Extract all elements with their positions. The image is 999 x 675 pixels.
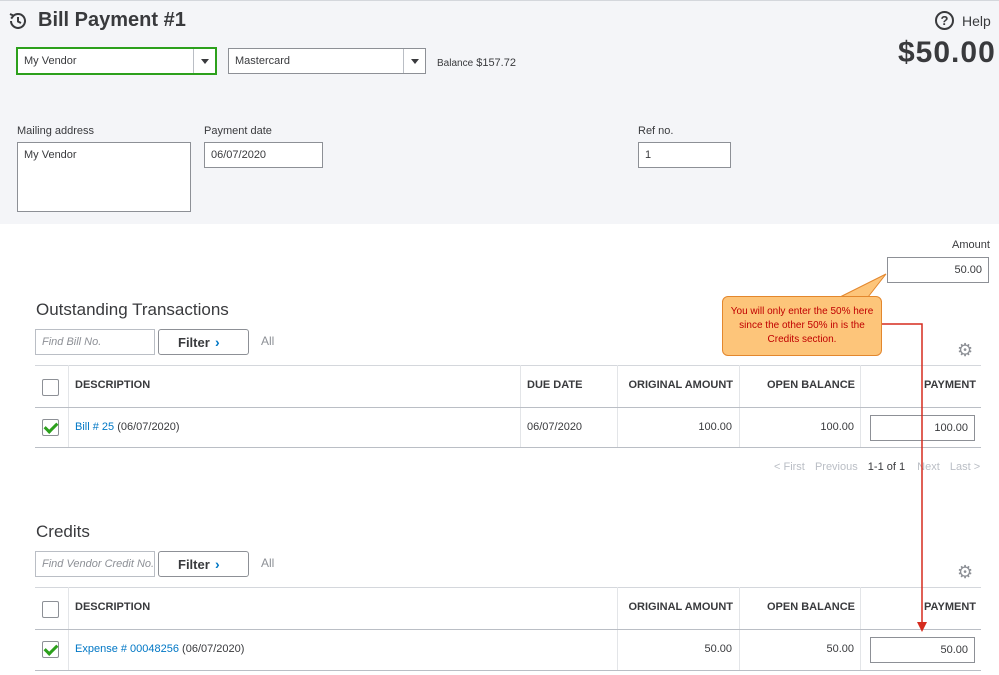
gear-icon[interactable]: ⚙	[957, 340, 973, 361]
credits-title: Credits	[36, 522, 90, 541]
gear-icon[interactable]: ⚙	[957, 562, 973, 583]
credits-all-label[interactable]: All	[261, 556, 274, 570]
mailing-address-field[interactable]: My Vendor	[17, 142, 191, 212]
ref-no-label: Ref no.	[638, 125, 674, 137]
help-link[interactable]: Help	[962, 13, 991, 29]
help-icon[interactable]: ?	[935, 11, 954, 30]
balance-value: $157.72	[476, 57, 516, 69]
row-open-balance: 50.00	[826, 643, 854, 655]
column-header-description[interactable]: DESCRIPTION	[75, 601, 150, 613]
find-bill-input[interactable]: Find Bill No.	[35, 329, 155, 355]
row-checkbox-checked-icon[interactable]	[42, 641, 59, 658]
credits-filter-button[interactable]: Filter ›	[158, 551, 249, 577]
payment-date-field[interactable]: 06/07/2020	[204, 142, 323, 168]
payment-account-select[interactable]: Mastercard	[228, 48, 426, 74]
payment-account-value: Mastercard	[235, 55, 291, 67]
column-header-description[interactable]: DESCRIPTION	[75, 379, 150, 391]
dropdown-caret-icon[interactable]	[403, 49, 425, 73]
dropdown-caret-icon[interactable]	[193, 49, 215, 73]
annotation-callout: You will only enter the 50% here since t…	[722, 296, 882, 356]
row-payment-input[interactable]: 50.00	[870, 637, 975, 663]
find-vendor-credit-input[interactable]: Find Vendor Credit No.	[35, 551, 155, 577]
amount-paid-display: $50.00	[898, 36, 996, 69]
payee-select[interactable]: My Vendor	[17, 48, 216, 74]
outstanding-transactions-title: Outstanding Transactions	[36, 300, 229, 319]
history-icon[interactable]	[7, 10, 29, 32]
table-row-description: Expense # 00048256 (06/07/2020)	[75, 643, 245, 655]
mailing-address-label: Mailing address	[17, 125, 95, 137]
chevron-right-icon: ›	[215, 556, 220, 572]
column-header-due-date[interactable]: DUE DATE	[527, 379, 582, 391]
select-all-checkbox[interactable]	[42, 379, 59, 396]
payment-date-label: Payment date	[204, 125, 272, 137]
filter-label: Filter	[178, 557, 210, 572]
chevron-right-icon: ›	[215, 334, 220, 350]
outstanding-all-label[interactable]: All	[261, 334, 274, 348]
table-row-description: Bill # 25 (06/07/2020)	[75, 421, 180, 433]
pager-last[interactable]: Last >	[950, 461, 980, 473]
amount-label: Amount	[952, 239, 990, 251]
filter-label: Filter	[178, 335, 210, 350]
select-all-checkbox[interactable]	[42, 601, 59, 618]
bill-link[interactable]: Bill # 25	[75, 421, 114, 433]
payee-value: My Vendor	[24, 55, 77, 67]
ref-no-field[interactable]: 1	[638, 142, 731, 168]
outstanding-filter-button[interactable]: Filter ›	[158, 329, 249, 355]
balance-label: Balance $157.72	[437, 57, 516, 69]
row-original-amount: 50.00	[704, 643, 732, 655]
expense-link[interactable]: Expense # 00048256	[75, 643, 179, 655]
table-bottom-border	[35, 670, 981, 671]
page-title: Bill Payment #1	[38, 9, 186, 31]
row-checkbox-checked-icon[interactable]	[42, 419, 59, 436]
row-due-date: 06/07/2020	[527, 421, 583, 433]
